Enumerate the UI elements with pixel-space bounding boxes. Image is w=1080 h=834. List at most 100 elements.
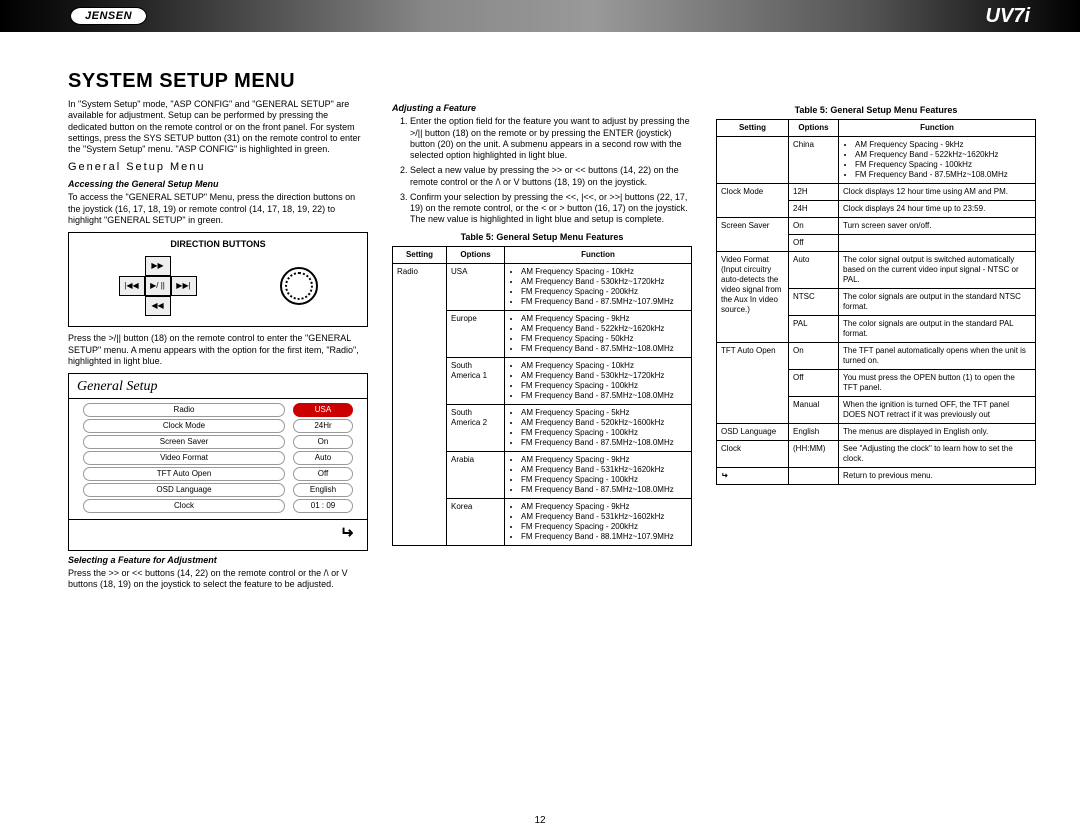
cell-setting: Clock: [717, 441, 789, 468]
cell-function: AM Frequency Spacing - 9kHzAM Frequency …: [839, 137, 1036, 184]
joystick-icon: [280, 267, 318, 305]
features-table-right: Setting Options Function ChinaAM Frequen…: [716, 119, 1036, 485]
cell-option: NTSC: [789, 289, 839, 316]
setup-row-value: Auto: [293, 451, 353, 465]
cell-option: Arabia: [447, 451, 505, 498]
dpad-down-icon: ◀◀: [145, 296, 171, 316]
cell-function: AM Frequency Spacing - 9kHzAM Frequency …: [505, 310, 692, 357]
model-label: UV7i: [986, 5, 1030, 28]
cell-option: South America 2: [447, 404, 505, 451]
setup-row-value: 24Hr: [293, 419, 353, 433]
setup-row-label: Video Format: [83, 451, 285, 465]
setup-row-label: Clock: [83, 499, 285, 513]
back-icon: ↵: [340, 524, 353, 544]
cell-option: (HH:MM): [789, 441, 839, 468]
cell-function: AM Frequency Spacing - 9kHzAM Frequency …: [505, 498, 692, 545]
setup-row: OSD Language English: [83, 483, 353, 497]
setup-row-label: TFT Auto Open: [83, 467, 285, 481]
features-table-left: Setting Options Function RadioUSAAM Freq…: [392, 246, 692, 546]
setup-row-value: English: [293, 483, 353, 497]
step-item: Confirm your selection by pressing the <…: [410, 192, 692, 226]
dpad-right-icon: ▶▶|: [171, 276, 197, 296]
cell-function: AM Frequency Spacing - 10kHzAM Frequency…: [505, 263, 692, 310]
step-item: Select a new value by pressing the >> or…: [410, 165, 692, 188]
cell-setting: Screen Saver: [717, 218, 789, 252]
cell-option: Manual: [789, 397, 839, 424]
setup-row-label: Screen Saver: [83, 435, 285, 449]
cell-function: Return to previous menu.: [839, 468, 1036, 485]
direction-buttons-figure: DIRECTION BUTTONS ▶▶ |◀◀▶/ ||▶▶| ◀◀: [68, 232, 368, 327]
steps-list: Enter the option field for the feature y…: [392, 116, 692, 225]
table-row: Clock(HH:MM)See "Adjusting the clock" to…: [717, 441, 1036, 468]
cell-function: AM Frequency Spacing - 9kHzAM Frequency …: [505, 451, 692, 498]
cell-setting: Clock Mode: [717, 184, 789, 218]
setup-row: Clock 01 : 09: [83, 499, 353, 513]
cell-function: AM Frequency Spacing - 10kHzAM Frequency…: [505, 357, 692, 404]
page-title: System Setup Menu: [68, 70, 1040, 93]
back-icon: ↵: [721, 471, 728, 481]
table-row: ↵ Return to previous menu.: [717, 468, 1036, 485]
cell-function: [839, 235, 1036, 252]
setup-row: Screen Saver On: [83, 435, 353, 449]
cell-option: English: [789, 424, 839, 441]
intro-text: In "System Setup" mode, "ASP CONFIG" and…: [68, 99, 368, 155]
cell-option: China: [789, 137, 839, 184]
cell-function: Clock displays 24 hour time up to 23:59.: [839, 201, 1036, 218]
cell-setting: Video Format (Input circuitry auto-detec…: [717, 252, 789, 343]
step-item: Enter the option field for the feature y…: [410, 116, 692, 161]
body-text: Press the >/|| button (18) on the remote…: [68, 333, 368, 367]
table-row: Screen SaverOnTurn screen saver on/off.: [717, 218, 1036, 235]
setup-row: Radio USA: [83, 403, 353, 417]
subheading: Adjusting a Feature: [392, 103, 692, 114]
setup-row-label: Radio: [83, 403, 285, 417]
cell-option: On: [789, 343, 839, 370]
cell-function: Clock displays 12 hour time using AM and…: [839, 184, 1036, 201]
section-heading: General Setup Menu: [68, 161, 368, 175]
table-caption: Table 5: General Setup Menu Features: [716, 105, 1036, 116]
th-setting: Setting: [717, 120, 789, 137]
table-row: ChinaAM Frequency Spacing - 9kHzAM Frequ…: [717, 137, 1036, 184]
screenshot-title: General Setup: [69, 374, 367, 396]
brand-logo: JENSEN: [70, 7, 147, 25]
cell-function: You must press the OPEN button (1) to op…: [839, 370, 1036, 397]
cell-option: [789, 468, 839, 485]
cell-setting: ↵: [717, 468, 789, 485]
th-options: Options: [789, 120, 839, 137]
setup-row: TFT Auto OpenOff: [83, 467, 353, 481]
setup-row: Clock Mode 24Hr: [83, 419, 353, 433]
cell-option: Off: [789, 235, 839, 252]
dpad-up-icon: ▶▶: [145, 256, 171, 276]
cell-setting: OSD Language: [717, 424, 789, 441]
cell-function: See "Adjusting the clock" to learn how t…: [839, 441, 1036, 468]
table-row: TFT Auto OpenOnThe TFT panel automatical…: [717, 343, 1036, 370]
setup-row-value: On: [293, 435, 353, 449]
cell-option: PAL: [789, 316, 839, 343]
cell-option: USA: [447, 263, 505, 310]
setup-row-value: USA: [293, 403, 353, 417]
th-setting: Setting: [393, 246, 447, 263]
setup-row-label: Clock Mode: [83, 419, 285, 433]
cell-option: Off: [789, 370, 839, 397]
table-row: OSD LanguageEnglishThe menus are display…: [717, 424, 1036, 441]
th-function: Function: [505, 246, 692, 263]
cell-option: South America 1: [447, 357, 505, 404]
cell-function: The TFT panel automatically opens when t…: [839, 343, 1036, 370]
th-function: Function: [839, 120, 1036, 137]
cell-function: AM Frequency Spacing - 5kHzAM Frequency …: [505, 404, 692, 451]
table-caption: Table 5: General Setup Menu Features: [392, 232, 692, 243]
cell-function: Turn screen saver on/off.: [839, 218, 1036, 235]
setup-row-label: OSD Language: [83, 483, 285, 497]
table-row: Video Format (Input circuitry auto-detec…: [717, 252, 1036, 289]
dpad-icon: ▶▶ |◀◀▶/ ||▶▶| ◀◀: [119, 256, 197, 316]
cell-function: The color signals are output in the stan…: [839, 316, 1036, 343]
cell-option: Auto: [789, 252, 839, 289]
body-text: To access the "GENERAL SETUP" Menu, pres…: [68, 192, 368, 226]
cell-function: The color signal output is switched auto…: [839, 252, 1036, 289]
cell-function: When the ignition is turned OFF, the TFT…: [839, 397, 1036, 424]
cell-option: 12H: [789, 184, 839, 201]
cell-option: 24H: [789, 201, 839, 218]
body-text: Press the >> or << buttons (14, 22) on t…: [68, 568, 368, 591]
cell-setting: Radio: [393, 263, 447, 545]
cell-setting: TFT Auto Open: [717, 343, 789, 424]
setup-row-value: 01 : 09: [293, 499, 353, 513]
